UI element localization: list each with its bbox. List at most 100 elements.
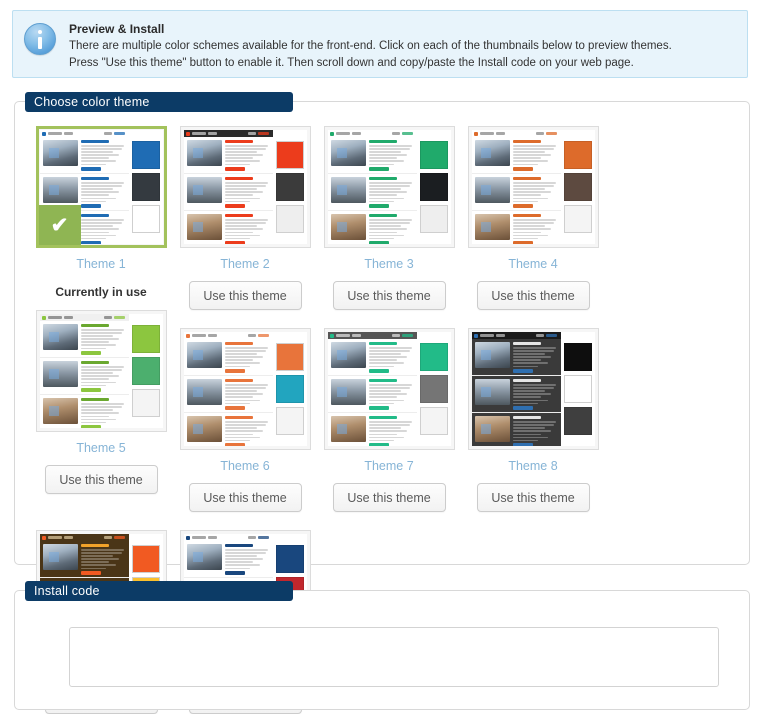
- mini-text-line: [368, 384, 413, 386]
- mini-text-line: [80, 549, 125, 551]
- mini-listing-card: [472, 413, 562, 446]
- mini-text-line: [224, 558, 263, 560]
- theme-name-label[interactable]: Theme 4: [508, 257, 557, 272]
- mini-listing-text: [80, 398, 127, 428]
- theme-preview: [327, 130, 451, 244]
- mini-text-line: [224, 151, 257, 153]
- mini-text-line: [224, 350, 266, 352]
- mini-text-line: [80, 219, 125, 221]
- theme-thumbnail[interactable]: ✔: [35, 126, 167, 248]
- mini-text-line: [224, 359, 253, 361]
- theme-thumbnail[interactable]: [323, 328, 455, 450]
- mini-text-line: [512, 362, 549, 364]
- preview-install-notice: Preview & Install There are multiple col…: [12, 10, 748, 78]
- mini-text-line: [80, 561, 109, 563]
- mini-listing-text: [224, 214, 271, 244]
- mini-text-line: [80, 329, 125, 331]
- choose-color-theme-legend: Choose color theme: [25, 92, 293, 112]
- mini-cta-button: [224, 167, 245, 172]
- mini-header-right: [104, 316, 127, 319]
- theme-name-label[interactable]: Theme 8: [508, 459, 557, 474]
- theme-name-label[interactable]: Theme 7: [364, 459, 413, 474]
- theme-swatch-column: [129, 314, 163, 428]
- mini-header-bar: [327, 130, 418, 137]
- mini-text-line: [512, 430, 551, 432]
- mini-site-preview: [327, 130, 418, 244]
- mini-nav-item: [104, 132, 113, 135]
- mini-listing-photo: [330, 379, 366, 406]
- mini-text-line: [368, 194, 397, 196]
- mini-text-line: [368, 390, 401, 392]
- mini-logo-icon: [185, 535, 190, 540]
- theme-name-label[interactable]: Theme 1: [76, 257, 125, 272]
- mini-cta-button: [224, 369, 245, 374]
- theme-name-label[interactable]: Theme 2: [220, 257, 269, 272]
- mini-text-line: [368, 228, 407, 230]
- mini-text-line: [512, 421, 557, 423]
- theme-thumbnail[interactable]: [467, 328, 599, 450]
- theme-name-label[interactable]: Theme 6: [220, 459, 269, 474]
- theme-name-label[interactable]: Theme 5: [76, 441, 125, 456]
- mini-listing-card: [327, 376, 418, 414]
- mini-listing-card: [328, 211, 418, 244]
- mini-listing-photo: [330, 342, 366, 368]
- use-this-theme-button[interactable]: Use this theme: [188, 483, 302, 512]
- mini-listing-card: [327, 137, 418, 175]
- use-this-theme-button[interactable]: Use this theme: [332, 483, 446, 512]
- mini-text-line: [80, 366, 125, 368]
- theme-cell: Theme 6 Use this theme: [173, 328, 317, 512]
- mini-text-line: [368, 197, 405, 200]
- mini-text-line: [224, 188, 257, 190]
- mini-cta-button: [512, 369, 533, 374]
- mini-text-line: [80, 406, 122, 408]
- mini-text-line: [80, 160, 117, 162]
- mini-text-line: [368, 365, 394, 368]
- mini-text-line: [80, 567, 106, 570]
- mini-nav-item: [546, 132, 558, 135]
- install-code-textarea[interactable]: [69, 627, 719, 687]
- use-this-theme-button[interactable]: Use this theme: [476, 483, 590, 512]
- mini-text-line: [368, 402, 394, 405]
- theme-swatch-column: [561, 332, 595, 446]
- mini-text-line: [368, 157, 397, 159]
- mini-text-line: [224, 433, 253, 435]
- use-this-theme-button[interactable]: Use this theme: [188, 281, 302, 310]
- selected-check-icon: ✔: [38, 205, 81, 245]
- mini-text-line: [80, 225, 113, 227]
- mini-cta-button: [224, 443, 245, 446]
- mini-cta-button: [512, 204, 533, 209]
- theme-swatch: [131, 205, 160, 233]
- mini-text-line: [368, 347, 413, 349]
- mini-listing-photo: [186, 544, 222, 570]
- theme-thumbnail[interactable]: [179, 328, 311, 450]
- theme-swatch: [275, 407, 304, 435]
- theme-cell: Theme 8 Use this theme: [461, 328, 605, 512]
- mini-text-line: [512, 148, 554, 150]
- mini-text-line: [224, 396, 253, 398]
- theme-thumbnail[interactable]: [179, 126, 311, 248]
- theme-thumbnail[interactable]: [323, 126, 455, 248]
- use-this-theme-button[interactable]: Use this theme: [476, 281, 590, 310]
- mini-listing-text: [80, 214, 127, 244]
- mini-nav-item: [104, 316, 113, 319]
- theme-thumbnail[interactable]: [35, 310, 167, 432]
- mini-text-line: [368, 219, 413, 221]
- mini-text-line: [80, 415, 109, 417]
- mini-text-line: [368, 234, 405, 237]
- mini-text-line: [80, 381, 117, 384]
- mini-listing-title: [512, 342, 541, 345]
- mini-text-line: [368, 188, 401, 190]
- use-this-theme-button[interactable]: Use this theme: [44, 465, 158, 494]
- mini-text-line: [80, 338, 119, 340]
- theme-swatch: [131, 141, 160, 169]
- theme-thumbnail[interactable]: [467, 126, 599, 248]
- mini-text-line: [512, 436, 549, 439]
- use-this-theme-button[interactable]: Use this theme: [332, 281, 446, 310]
- mini-text-line: [224, 430, 263, 432]
- theme-name-label[interactable]: Theme 3: [364, 257, 413, 272]
- mini-nav-item: [536, 334, 545, 337]
- mini-text-line: [224, 200, 250, 203]
- mini-text-line: [224, 439, 250, 442]
- mini-cta-button: [80, 167, 101, 172]
- mini-logo-icon: [185, 333, 190, 338]
